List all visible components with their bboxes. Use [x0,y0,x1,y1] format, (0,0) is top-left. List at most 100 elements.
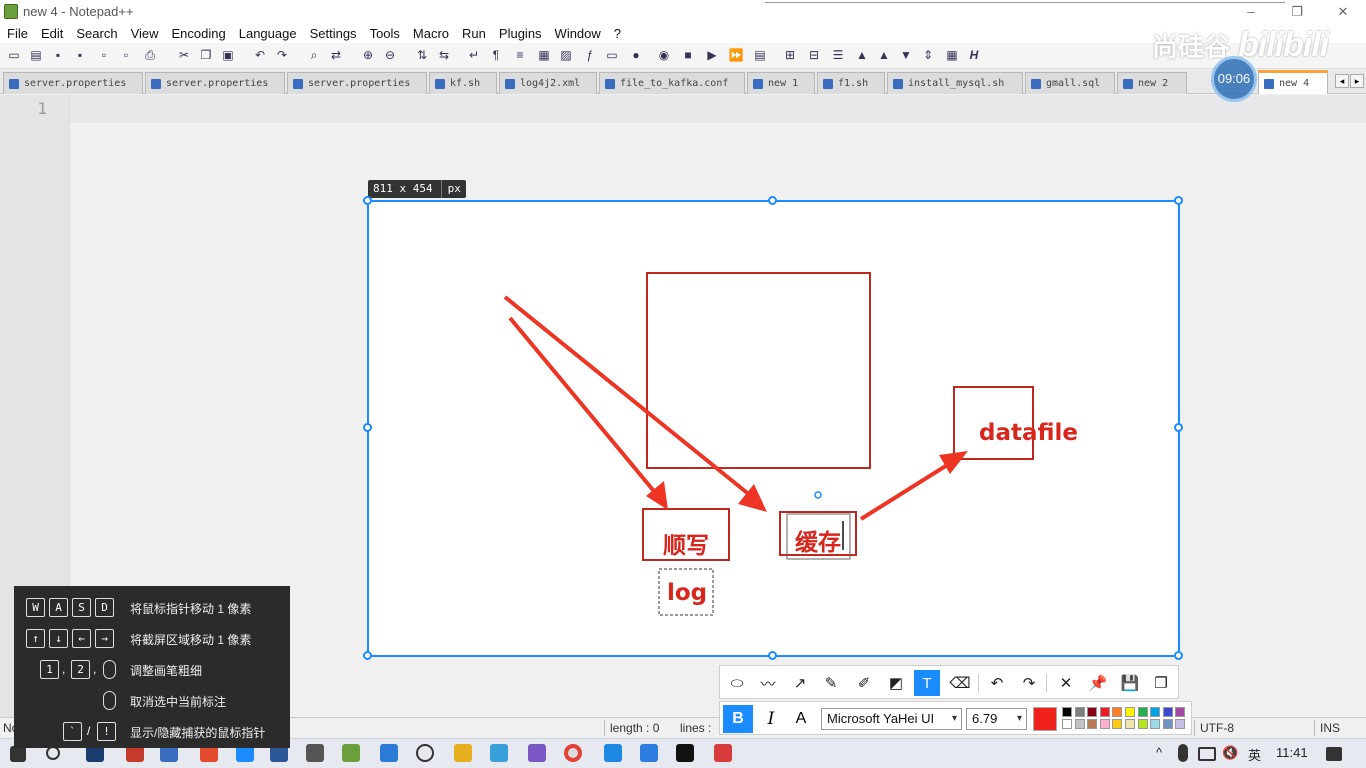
menu-view[interactable]: View [131,26,159,41]
language-icon[interactable]: ▦ [536,47,552,63]
word-wrap-icon[interactable]: ↵ [466,47,482,63]
play-macro-icon[interactable]: ▶ [704,47,720,63]
color-swatch[interactable] [1150,719,1161,729]
tab-server-properties-3[interactable]: server.properties [287,72,427,94]
menu-macro[interactable]: Macro [413,26,449,41]
color-swatch[interactable] [1175,707,1186,717]
menu-window[interactable]: Window [555,26,601,41]
menu-search[interactable]: Search [76,26,117,41]
tab-server-properties-2[interactable]: server.properties [145,72,285,94]
color-swatch[interactable] [1074,719,1085,729]
font-size-select[interactable]: 6.79 ▾ [966,708,1027,730]
menu-tools[interactable]: Tools [370,26,400,41]
tray-overflow-icon[interactable]: ^ [1156,745,1162,760]
undo-icon[interactable]: ↶ [252,47,268,63]
heading-icon[interactable]: H [966,47,982,63]
text-tool-icon[interactable]: T [914,670,940,696]
redo-icon[interactable]: ↷ [1016,670,1042,696]
tab-log4j2-xml[interactable]: log4j2.xml [499,72,597,94]
close-all-icon[interactable]: ▫ [118,47,134,63]
tab-f1-sh[interactable]: f1.sh [817,72,885,94]
arrow-tool-icon[interactable]: ↗ [787,670,813,696]
color-swatch[interactable] [1087,719,1098,729]
color-swatch[interactable] [1099,719,1110,729]
indent-guide-icon[interactable]: ≡ [512,47,528,63]
color-swatch[interactable] [1150,707,1161,717]
minimize-button[interactable]: – [1228,0,1274,23]
color-swatch[interactable] [1099,707,1110,717]
redo-icon[interactable]: ↷ [274,47,290,63]
tab-install-mysql-sh[interactable]: install_mysql.sh [887,72,1023,94]
resize-handle-bottom-left[interactable] [363,651,372,660]
color-swatch[interactable] [1062,707,1072,717]
replace-icon[interactable]: ⇄ [328,47,344,63]
menu-settings[interactable]: Settings [310,26,357,41]
resize-handle-bottom-right[interactable] [1174,651,1183,660]
start-icon[interactable] [10,746,26,762]
tab-server-properties-1[interactable]: server.properties [3,72,143,94]
move-down-icon[interactable]: ▼ [898,47,914,63]
app-icon-chart[interactable] [380,744,398,762]
shape-tool-icon[interactable]: ⬭ [724,670,750,696]
color-swatch[interactable] [1087,707,1098,717]
font-family-select[interactable]: Microsoft YaHei UI ▾ [821,708,962,730]
menu-language[interactable]: Language [239,26,297,41]
save-icon[interactable]: 💾 [1117,670,1143,696]
color-swatch[interactable] [1137,707,1148,717]
feishu-icon[interactable] [640,744,658,762]
menu-plugins[interactable]: Plugins [499,26,542,41]
undo-icon[interactable]: ↶ [984,670,1010,696]
annotation-text-log[interactable]: log [667,580,707,606]
color-swatch[interactable] [1074,707,1085,717]
color-swatch[interactable] [1162,719,1173,729]
open-file-icon[interactable]: ▤ [28,47,44,63]
cut-icon[interactable]: ✂ [176,47,192,63]
intellij-icon[interactable] [676,744,694,762]
volume-icon[interactable]: 🔇 [1222,745,1238,761]
copy-icon[interactable]: ❐ [198,47,214,63]
color-swatch[interactable] [1112,719,1123,729]
annotation-text-sequential-write[interactable]: 顺写 [663,526,709,560]
notepad-plus-plus-taskbar-icon[interactable] [342,744,360,762]
doc-map-icon[interactable]: ▨ [558,47,574,63]
folder-workspace-icon[interactable]: ▭ [604,47,620,63]
resize-handle-bottom[interactable] [768,651,777,660]
plugin-c-icon[interactable]: ☰ [830,47,846,63]
current-color-swatch[interactable] [1033,707,1057,731]
tab-scroll-left-icon[interactable]: ◂ [1335,74,1349,88]
bold-button[interactable]: B [723,705,753,733]
chrome-icon[interactable] [564,744,582,762]
resize-handle-right[interactable] [1174,423,1183,432]
mosaic-tool-icon[interactable]: ◩ [883,670,909,696]
pin-icon[interactable]: 📌 [1085,670,1111,696]
menu-encoding[interactable]: Encoding [172,26,226,41]
plugin-b-icon[interactable]: ⊟ [806,47,822,63]
notification-icon[interactable] [1326,747,1342,761]
tab-new-1[interactable]: new 1 [747,72,815,94]
app-icon-purple[interactable] [528,744,546,762]
new-file-icon[interactable]: ▭ [6,47,22,63]
copy-icon[interactable]: ❐ [1148,670,1174,696]
search-icon[interactable] [46,746,60,760]
marker-tool-icon[interactable]: ✐ [851,670,877,696]
eraser-tool-icon[interactable]: ⌫ [947,670,973,696]
emoji-app-icon[interactable] [416,744,434,762]
app-icon-cyan[interactable] [490,744,508,762]
sort-icon[interactable]: ⇕ [920,47,936,63]
menu-edit[interactable]: Edit [41,26,63,41]
tab-new-4[interactable]: new 4 [1258,70,1328,94]
resize-handle-left[interactable] [363,423,372,432]
paste-icon[interactable]: ▣ [220,47,236,63]
network-icon[interactable] [1198,747,1216,761]
zoom-out-icon[interactable]: ⊖ [382,47,398,63]
function-list-icon[interactable]: ƒ [582,47,598,63]
close-button[interactable]: ✕ [1320,0,1366,23]
save-icon[interactable]: ▪ [50,47,66,63]
ime-indicator[interactable]: 英 [1248,745,1261,764]
annotation-text-datafile[interactable]: datafile [979,420,1078,446]
resize-handle-top[interactable] [768,196,777,205]
plugin-a-icon[interactable]: ⊞ [782,47,798,63]
microphone-icon[interactable] [1178,744,1188,762]
tab-scroll-right-icon[interactable]: ▸ [1350,74,1364,88]
record-macro-icon[interactable]: ◉ [656,47,672,63]
